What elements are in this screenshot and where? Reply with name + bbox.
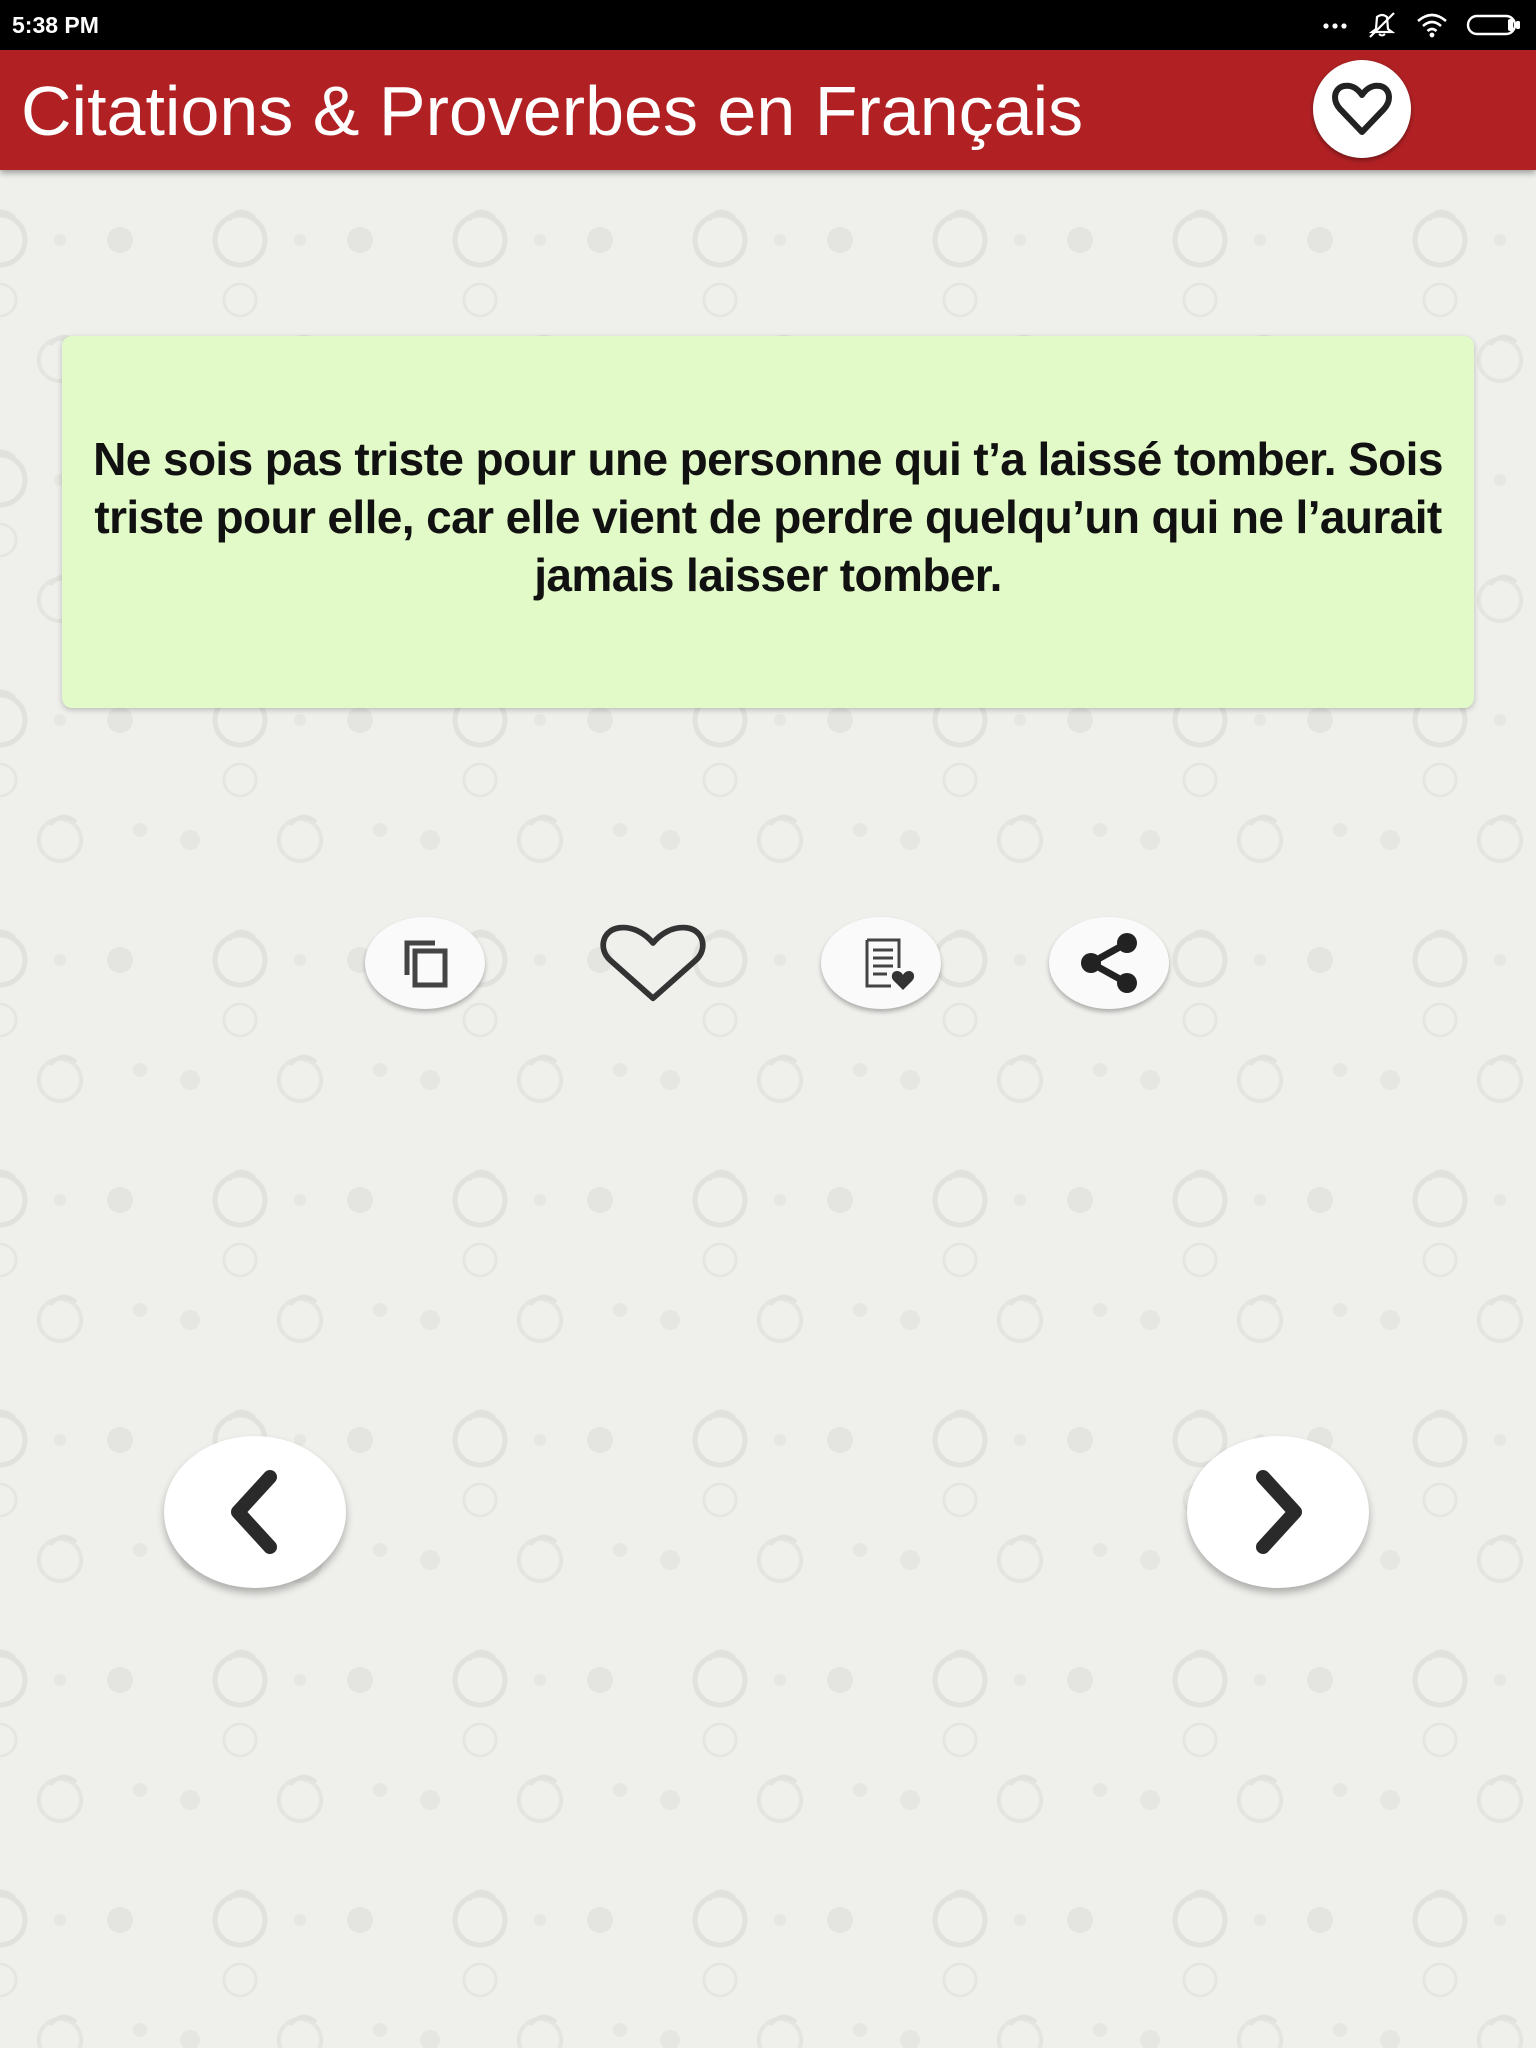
favorites-list-button[interactable] <box>821 917 941 1009</box>
heart-outline-icon <box>600 924 706 1002</box>
next-button[interactable] <box>1187 1436 1369 1588</box>
copy-button[interactable] <box>365 917 485 1009</box>
app-title: Citations & Proverbes en Français <box>21 72 1084 150</box>
wifi-icon <box>1417 13 1447 38</box>
chevron-right-icon <box>1256 1470 1302 1554</box>
favorites-button[interactable] <box>1313 60 1411 158</box>
status-time: 5:38 PM <box>12 12 99 38</box>
battery-icon <box>1466 14 1520 36</box>
heart-outline-icon <box>1332 82 1392 135</box>
status-bar: 5:38 PM <box>0 0 1536 50</box>
favorite-button[interactable] <box>593 917 713 1009</box>
vibrate-icon <box>1368 12 1396 38</box>
share-icon <box>1081 933 1137 993</box>
more-dots-icon <box>1323 23 1347 29</box>
previous-button[interactable] <box>164 1436 346 1588</box>
share-button[interactable] <box>1049 917 1169 1009</box>
app-bar: Citations & Proverbes en Français <box>0 50 1536 170</box>
copy-icon <box>404 940 448 988</box>
quote-card: Ne sois pas triste pour une personne qui… <box>62 336 1474 708</box>
quote-text: Ne sois pas triste pour une personne qui… <box>93 433 1443 601</box>
status-icons <box>1322 11 1522 39</box>
list-heart-icon <box>865 938 915 990</box>
chevron-left-icon <box>231 1470 277 1554</box>
